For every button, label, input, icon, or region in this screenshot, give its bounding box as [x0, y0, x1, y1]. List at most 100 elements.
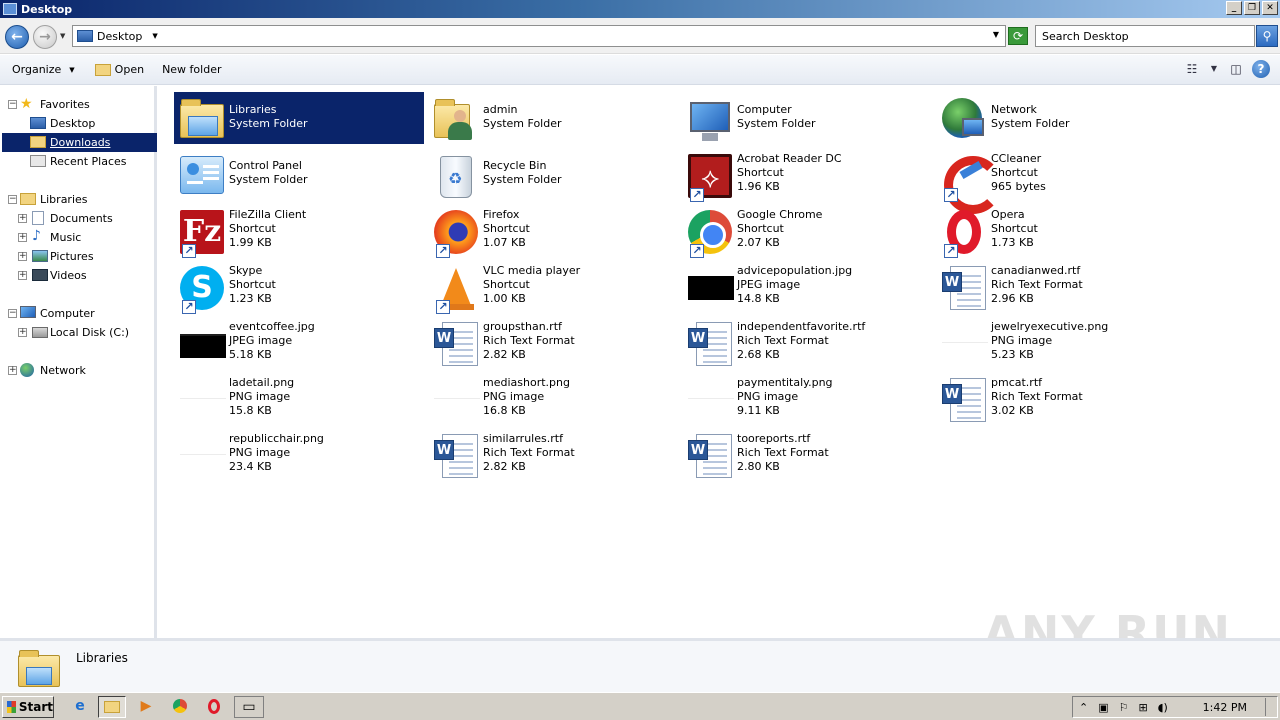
view-options-dropdown-icon[interactable]: ▼ [1208, 59, 1220, 79]
item-size: 23.4 KB [229, 460, 272, 473]
show-hidden-icons-icon[interactable]: ⌃ [1079, 701, 1088, 714]
expand-icon[interactable]: + [18, 252, 27, 261]
png-thumbnail-icon [178, 376, 226, 424]
internet-explorer-icon[interactable]: e [66, 696, 94, 718]
collapse-icon[interactable]: − [8, 100, 17, 109]
forward-button[interactable]: → [33, 25, 57, 49]
recent-places-icon [30, 155, 46, 167]
show-desktop-button[interactable] [1265, 698, 1275, 716]
nav-documents[interactable]: + Documents [0, 209, 157, 228]
clock[interactable]: 1:42 PM [1203, 701, 1247, 714]
file-item-ladetail[interactable]: ladetail.png PNG image 15.8 KB [174, 372, 424, 424]
file-item-ccleaner[interactable]: ↗ CCleaner Shortcut 965 bytes [936, 148, 1186, 214]
change-view-icon[interactable]: ☷ [1182, 59, 1202, 79]
file-item-tooreports[interactable]: W tooreports.rtf Rich Text Format 2.80 KB [682, 428, 932, 480]
file-item-similarrules[interactable]: W similarrules.rtf Rich Text Format 2.82 K… [428, 428, 678, 480]
help-icon[interactable]: ? [1252, 60, 1270, 78]
file-item-acrobat-reader[interactable]: ↗ Acrobat Reader DCShortcut1.96 KB [682, 148, 932, 202]
file-item-pmcat[interactable]: W pmcat.rtf Rich Text Format 3.02 KB [936, 372, 1186, 424]
collapse-icon[interactable]: − [8, 309, 17, 318]
nav-music[interactable]: + ♪ Music [0, 228, 157, 247]
nav-downloads[interactable]: Downloads [2, 133, 157, 152]
nav-label: Libraries [40, 193, 88, 206]
chrome-taskbar-icon[interactable] [166, 696, 194, 718]
file-item-canadianwed[interactable]: W canadianwed.rtf Rich Text Format 2.96 KB [936, 260, 1186, 312]
rtf-document-icon: W [432, 432, 480, 480]
file-item-filezilla[interactable]: Fz ↗ FileZilla Client Shortcut 1.99 KB [174, 204, 424, 258]
file-item-firefox[interactable]: ↗ Firefox Shortcut 1.07 KB [428, 204, 678, 258]
expand-icon[interactable]: + [18, 271, 27, 280]
network-tray-icon[interactable]: ⊞ [1139, 701, 1148, 714]
item-name: advicepopulation.jpg [737, 264, 853, 277]
organize-button[interactable]: Organize ▼ [6, 59, 81, 81]
expand-icon[interactable]: + [18, 328, 27, 337]
recent-pages-dropdown[interactable]: ▼ [60, 32, 65, 40]
breadcrumb-chevron-icon[interactable]: ▼ [152, 32, 157, 40]
opera-taskbar-icon[interactable] [200, 696, 228, 718]
file-item-admin[interactable]: admin System Folder [428, 92, 678, 144]
item-type: System Folder [229, 173, 308, 186]
file-item-paymentitaly[interactable]: paymentitaly.png PNG image 9.11 KB [682, 372, 932, 424]
minimize-button[interactable]: _ [1226, 1, 1242, 15]
expand-icon[interactable]: + [18, 214, 27, 223]
nav-network[interactable]: + Network [0, 361, 157, 380]
nav-label: Computer [40, 307, 95, 320]
videos-icon [32, 269, 48, 281]
file-item-groupsthan[interactable]: W groupsthan.rtf Rich Text Format 2.82 KB [428, 316, 678, 368]
search-input[interactable]: Search Desktop [1035, 25, 1255, 47]
nav-pictures[interactable]: + Pictures [0, 247, 157, 266]
media-player-icon[interactable]: ▶ [132, 696, 160, 718]
back-button[interactable]: ← [5, 25, 29, 49]
refresh-icon[interactable]: ⟳ [1008, 27, 1028, 45]
address-bar[interactable]: Desktop ▼ ▼ [72, 25, 1006, 47]
file-item-network[interactable]: Network System Folder [936, 92, 1186, 144]
file-item-republicchair[interactable]: republicchair.png PNG image 23.4 KB [174, 428, 424, 480]
shortcut-arrow-icon: ↗ [944, 188, 958, 202]
volume-icon[interactable]: ◖) [1158, 701, 1168, 714]
file-item-independentfavorite[interactable]: W independentfavorite.rtf Rich Text Forma… [682, 316, 932, 368]
firefox-icon: ↗ [432, 208, 480, 258]
nav-computer[interactable]: − Computer [0, 304, 157, 323]
file-item-eventcoffee[interactable]: eventcoffee.jpg JPEG image 5.18 KB [174, 316, 424, 368]
file-item-control-panel[interactable]: Control Panel System Folder [174, 148, 424, 200]
item-type: Shortcut [229, 222, 276, 235]
libraries-icon [178, 96, 226, 144]
file-item-google-chrome[interactable]: ↗ Google Chrome Shortcut 2.07 KB [682, 204, 932, 258]
item-type: Shortcut [483, 278, 530, 291]
item-type: JPEG image [229, 334, 293, 347]
action-center-icon[interactable]: ▣ [1098, 701, 1108, 714]
file-item-recycle-bin[interactable]: Recycle BinSystem Folder [428, 148, 678, 200]
restore-button[interactable]: ❐ [1244, 1, 1260, 15]
file-item-computer[interactable]: Computer System Folder [682, 92, 932, 144]
nav-local-disk[interactable]: + Local Disk (C:) [0, 323, 157, 342]
nav-desktop[interactable]: Desktop [0, 114, 157, 133]
new-folder-button[interactable]: New folder [156, 59, 227, 81]
file-item-advicepopulation[interactable]: advicepopulation.jpg JPEG image 14.8 KB [682, 260, 932, 312]
flag-icon[interactable]: ⚐ [1119, 701, 1129, 714]
nav-recent-places[interactable]: Recent Places [0, 152, 157, 171]
address-history-dropdown-icon[interactable]: ▼ [993, 30, 999, 39]
open-button[interactable]: Open [89, 59, 150, 81]
address-location[interactable]: Desktop [97, 30, 142, 43]
file-item-libraries[interactable]: Libraries System Folder [174, 92, 424, 144]
search-icon[interactable]: ⚲ [1256, 25, 1278, 47]
file-item-skype[interactable]: S ↗ Skype Shortcut 1.23 KB [174, 260, 424, 314]
window-switcher-icon[interactable]: ▭ [234, 696, 264, 718]
preview-pane-icon[interactable]: ◫ [1226, 59, 1246, 79]
title-bar: Desktop _ ❐ ✕ [0, 0, 1280, 18]
file-item-vlc[interactable]: ↗ VLC media player Shortcut 1.00 KB [428, 260, 678, 314]
file-item-opera[interactable]: ↗ Opera Shortcut 1.73 KB [936, 204, 1186, 258]
close-button[interactable]: ✕ [1262, 1, 1278, 15]
expand-icon[interactable]: + [18, 233, 27, 242]
item-type: PNG image [483, 390, 545, 403]
file-item-jewelryexecutive[interactable]: jewelryexecutive.png PNG image 5.23 KB [936, 316, 1186, 368]
nav-libraries[interactable]: − Libraries [0, 190, 157, 209]
explorer-taskbar-button[interactable] [98, 696, 126, 718]
nav-favorites[interactable]: − ★ Favorites [0, 95, 157, 114]
expand-icon[interactable]: + [8, 366, 17, 375]
item-size: 2.82 KB [483, 348, 526, 361]
file-item-mediashort[interactable]: mediashort.png PNG image 16.8 KB [428, 372, 678, 424]
nav-videos[interactable]: + Videos [0, 266, 157, 285]
start-button[interactable]: Start [2, 696, 54, 718]
collapse-icon[interactable]: − [8, 195, 17, 204]
